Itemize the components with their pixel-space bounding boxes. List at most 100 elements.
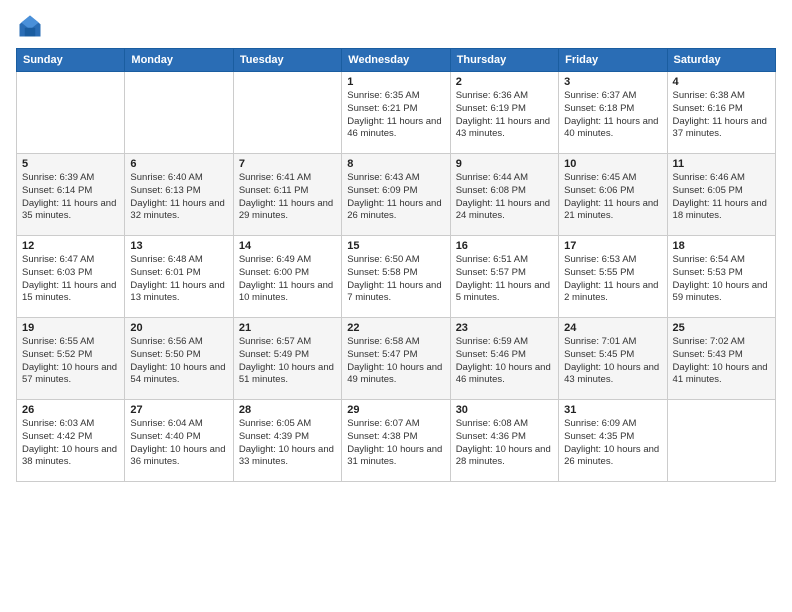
day-info: Sunrise: 6:08 AM Sunset: 4:36 PM Dayligh…: [456, 418, 553, 469]
day-info: Sunrise: 6:45 AM Sunset: 6:06 PM Dayligh…: [564, 172, 661, 223]
day-of-week-header: Friday: [559, 49, 667, 72]
day-of-week-header: Saturday: [667, 49, 775, 72]
day-info: Sunrise: 6:39 AM Sunset: 6:14 PM Dayligh…: [22, 172, 119, 223]
day-info: Sunrise: 6:46 AM Sunset: 6:05 PM Dayligh…: [673, 172, 770, 223]
day-info: Sunrise: 6:40 AM Sunset: 6:13 PM Dayligh…: [130, 172, 227, 223]
calendar-week-row: 26 Sunrise: 6:03 AM Sunset: 4:42 PM Dayli…: [17, 400, 776, 482]
day-of-week-header: Thursday: [450, 49, 558, 72]
day-number: 27: [130, 404, 227, 416]
day-number: 26: [22, 404, 119, 416]
day-number: 28: [239, 404, 336, 416]
day-of-week-header: Tuesday: [233, 49, 341, 72]
calendar-cell: [233, 72, 341, 154]
calendar-cell: 21 Sunrise: 6:57 AM Sunset: 5:49 PM Dayli…: [233, 318, 341, 400]
day-info: Sunrise: 6:09 AM Sunset: 4:35 PM Dayligh…: [564, 418, 661, 469]
day-number: 11: [673, 158, 770, 170]
day-info: Sunrise: 6:53 AM Sunset: 5:55 PM Dayligh…: [564, 254, 661, 305]
day-info: Sunrise: 6:43 AM Sunset: 6:09 PM Dayligh…: [347, 172, 444, 223]
day-info: Sunrise: 6:57 AM Sunset: 5:49 PM Dayligh…: [239, 336, 336, 387]
day-number: 14: [239, 240, 336, 252]
day-info: Sunrise: 6:44 AM Sunset: 6:08 PM Dayligh…: [456, 172, 553, 223]
calendar-cell: 22 Sunrise: 6:58 AM Sunset: 5:47 PM Dayli…: [342, 318, 450, 400]
day-info: Sunrise: 6:51 AM Sunset: 5:57 PM Dayligh…: [456, 254, 553, 305]
calendar-cell: [667, 400, 775, 482]
day-info: Sunrise: 6:41 AM Sunset: 6:11 PM Dayligh…: [239, 172, 336, 223]
calendar-body: 1Sunrise: 6:35 AM Sunset: 6:21 PM Daylig…: [17, 72, 776, 482]
calendar-week-row: 1Sunrise: 6:35 AM Sunset: 6:21 PM Daylig…: [17, 72, 776, 154]
day-number: 20: [130, 322, 227, 334]
day-number: 30: [456, 404, 553, 416]
calendar-cell: 13 Sunrise: 6:48 AM Sunset: 6:01 PM Dayli…: [125, 236, 233, 318]
day-info: Sunrise: 6:58 AM Sunset: 5:47 PM Dayligh…: [347, 336, 444, 387]
day-number: 23: [456, 322, 553, 334]
day-number: 29: [347, 404, 444, 416]
calendar-cell: 27Sunrise: 6:04 AM Sunset: 4:40 PM Dayli…: [125, 400, 233, 482]
calendar-cell: 16 Sunrise: 6:51 AM Sunset: 5:57 PM Dayli…: [450, 236, 558, 318]
day-number: 16: [456, 240, 553, 252]
day-number: 13: [130, 240, 227, 252]
day-number: 6: [130, 158, 227, 170]
calendar-cell: 3Sunrise: 6:37 AM Sunset: 6:18 PM Daylig…: [559, 72, 667, 154]
calendar-cell: 7 Sunrise: 6:41 AM Sunset: 6:11 PM Daylig…: [233, 154, 341, 236]
calendar-week-row: 19 Sunrise: 6:55 AM Sunset: 5:52 PM Dayli…: [17, 318, 776, 400]
day-number: 17: [564, 240, 661, 252]
day-number: 19: [22, 322, 119, 334]
day-number: 15: [347, 240, 444, 252]
day-info: Sunrise: 6:47 AM Sunset: 6:03 PM Dayligh…: [22, 254, 119, 305]
day-number: 2: [456, 76, 553, 88]
day-of-week-header: Wednesday: [342, 49, 450, 72]
calendar-cell: 2 Sunrise: 6:36 AM Sunset: 6:19 PM Daylig…: [450, 72, 558, 154]
day-info: Sunrise: 6:36 AM Sunset: 6:19 PM Dayligh…: [456, 90, 553, 141]
calendar-cell: 19 Sunrise: 6:55 AM Sunset: 5:52 PM Dayli…: [17, 318, 125, 400]
calendar: SundayMondayTuesdayWednesdayThursdayFrid…: [16, 48, 776, 482]
day-info: Sunrise: 6:48 AM Sunset: 6:01 PM Dayligh…: [130, 254, 227, 305]
day-info: Sunrise: 6:50 AM Sunset: 5:58 PM Dayligh…: [347, 254, 444, 305]
logo: [16, 12, 48, 40]
days-of-week-row: SundayMondayTuesdayWednesdayThursdayFrid…: [17, 49, 776, 72]
calendar-cell: 14 Sunrise: 6:49 AM Sunset: 6:00 PM Dayli…: [233, 236, 341, 318]
calendar-cell: 29 Sunrise: 6:07 AM Sunset: 4:38 PM Dayli…: [342, 400, 450, 482]
calendar-cell: 17 Sunrise: 6:53 AM Sunset: 5:55 PM Dayli…: [559, 236, 667, 318]
day-number: 22: [347, 322, 444, 334]
day-number: 21: [239, 322, 336, 334]
day-info: Sunrise: 6:55 AM Sunset: 5:52 PM Dayligh…: [22, 336, 119, 387]
calendar-cell: 12 Sunrise: 6:47 AM Sunset: 6:03 PM Dayli…: [17, 236, 125, 318]
day-number: 31: [564, 404, 661, 416]
day-of-week-header: Sunday: [17, 49, 125, 72]
day-info: Sunrise: 6:03 AM Sunset: 4:42 PM Dayligh…: [22, 418, 119, 469]
day-of-week-header: Monday: [125, 49, 233, 72]
calendar-week-row: 5Sunrise: 6:39 AM Sunset: 6:14 PM Daylig…: [17, 154, 776, 236]
calendar-cell: 1Sunrise: 6:35 AM Sunset: 6:21 PM Daylig…: [342, 72, 450, 154]
calendar-cell: 28 Sunrise: 6:05 AM Sunset: 4:39 PM Dayli…: [233, 400, 341, 482]
day-info: Sunrise: 6:35 AM Sunset: 6:21 PM Dayligh…: [347, 90, 444, 141]
calendar-cell: 30 Sunrise: 6:08 AM Sunset: 4:36 PM Dayli…: [450, 400, 558, 482]
day-number: 10: [564, 158, 661, 170]
calendar-cell: 10 Sunrise: 6:45 AM Sunset: 6:06 PM Dayli…: [559, 154, 667, 236]
calendar-week-row: 12 Sunrise: 6:47 AM Sunset: 6:03 PM Dayli…: [17, 236, 776, 318]
calendar-cell: 5Sunrise: 6:39 AM Sunset: 6:14 PM Daylig…: [17, 154, 125, 236]
day-info: Sunrise: 6:54 AM Sunset: 5:53 PM Dayligh…: [673, 254, 770, 305]
header: [16, 12, 776, 40]
calendar-cell: 23Sunrise: 6:59 AM Sunset: 5:46 PM Dayli…: [450, 318, 558, 400]
calendar-cell: [125, 72, 233, 154]
day-info: Sunrise: 6:07 AM Sunset: 4:38 PM Dayligh…: [347, 418, 444, 469]
calendar-cell: 26 Sunrise: 6:03 AM Sunset: 4:42 PM Dayli…: [17, 400, 125, 482]
day-number: 12: [22, 240, 119, 252]
calendar-cell: 20Sunrise: 6:56 AM Sunset: 5:50 PM Dayli…: [125, 318, 233, 400]
calendar-cell: 25Sunrise: 7:02 AM Sunset: 5:43 PM Dayli…: [667, 318, 775, 400]
calendar-cell: 6 Sunrise: 6:40 AM Sunset: 6:13 PM Daylig…: [125, 154, 233, 236]
day-number: 4: [673, 76, 770, 88]
day-info: Sunrise: 7:01 AM Sunset: 5:45 PM Dayligh…: [564, 336, 661, 387]
calendar-cell: 31 Sunrise: 6:09 AM Sunset: 4:35 PM Dayli…: [559, 400, 667, 482]
calendar-cell: 24Sunrise: 7:01 AM Sunset: 5:45 PM Dayli…: [559, 318, 667, 400]
day-number: 18: [673, 240, 770, 252]
logo-icon: [16, 12, 44, 40]
day-number: 25: [673, 322, 770, 334]
day-info: Sunrise: 6:05 AM Sunset: 4:39 PM Dayligh…: [239, 418, 336, 469]
day-number: 7: [239, 158, 336, 170]
day-number: 3: [564, 76, 661, 88]
calendar-cell: 4 Sunrise: 6:38 AM Sunset: 6:16 PM Daylig…: [667, 72, 775, 154]
day-info: Sunrise: 6:38 AM Sunset: 6:16 PM Dayligh…: [673, 90, 770, 141]
day-info: Sunrise: 6:49 AM Sunset: 6:00 PM Dayligh…: [239, 254, 336, 305]
calendar-cell: 9Sunrise: 6:44 AM Sunset: 6:08 PM Daylig…: [450, 154, 558, 236]
